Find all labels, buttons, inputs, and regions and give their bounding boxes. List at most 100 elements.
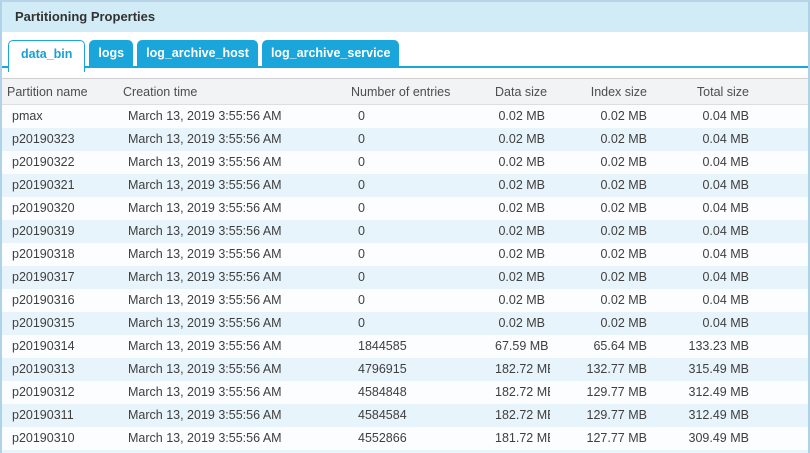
cell-number-of-entries: 4796915 bbox=[346, 358, 494, 381]
cutoff-next-row bbox=[2, 450, 808, 453]
tab-log-archive-host[interactable]: log_archive_host bbox=[137, 40, 258, 67]
cell-partition-name: p20190321 bbox=[2, 174, 118, 197]
cell-index-size: 0.02 MB bbox=[550, 151, 652, 174]
cell-index-size: 0.02 MB bbox=[550, 243, 652, 266]
tab-logs[interactable]: logs bbox=[89, 40, 133, 67]
cell-creation-time: March 13, 2019 3:55:56 AM bbox=[118, 151, 346, 174]
cell-data-size: 0.02 MB bbox=[494, 151, 550, 174]
cell-total-size: 0.04 MB bbox=[652, 312, 754, 335]
cell-index-size: 0.02 MB bbox=[550, 289, 652, 312]
cell-data-size: 181.72 MB bbox=[494, 427, 550, 450]
cell-number-of-entries: 4552866 bbox=[346, 427, 494, 450]
cell-number-of-entries: 0 bbox=[346, 128, 494, 151]
cell-total-size: 0.04 MB bbox=[652, 174, 754, 197]
cell-creation-time: March 13, 2019 3:55:56 AM bbox=[118, 266, 346, 289]
cell-data-size: 0.02 MB bbox=[494, 266, 550, 289]
cell-creation-time: March 13, 2019 3:55:56 AM bbox=[118, 381, 346, 404]
cell-index-size: 0.02 MB bbox=[550, 128, 652, 151]
cell-total-size: 312.49 MB bbox=[652, 404, 754, 427]
col-header-partition-name: Partition name bbox=[2, 79, 118, 105]
cell-spacer bbox=[754, 151, 808, 174]
table-row: p20190311March 13, 2019 3:55:56 AM458458… bbox=[2, 404, 808, 427]
cell-partition-name: p20190312 bbox=[2, 381, 118, 404]
cell-data-size: 0.02 MB bbox=[494, 243, 550, 266]
cell-number-of-entries: 0 bbox=[346, 105, 494, 128]
cell-index-size: 132.77 MB bbox=[550, 358, 652, 381]
table-row: p20190318March 13, 2019 3:55:56 AM00.02 … bbox=[2, 243, 808, 266]
cell-creation-time: March 13, 2019 3:55:56 AM bbox=[118, 335, 346, 358]
cell-creation-time: March 13, 2019 3:55:56 AM bbox=[118, 105, 346, 128]
cell-total-size: 133.23 MB bbox=[652, 335, 754, 358]
cell-number-of-entries: 0 bbox=[346, 151, 494, 174]
cell-spacer bbox=[754, 381, 808, 404]
cell-spacer bbox=[754, 128, 808, 151]
col-header-data-size: Data size bbox=[494, 79, 550, 105]
cell-data-size: 0.02 MB bbox=[494, 105, 550, 128]
cell-index-size: 0.02 MB bbox=[550, 266, 652, 289]
table-row: p20190314March 13, 2019 3:55:56 AM184458… bbox=[2, 335, 808, 358]
table-row: p20190319March 13, 2019 3:55:56 AM00.02 … bbox=[2, 220, 808, 243]
tab-list: data_bin logs log_archive_host log_archi… bbox=[8, 40, 399, 72]
cell-partition-name: p20190322 bbox=[2, 151, 118, 174]
cell-spacer bbox=[754, 404, 808, 427]
table-row: p20190316March 13, 2019 3:55:56 AM00.02 … bbox=[2, 289, 808, 312]
cell-number-of-entries: 4584848 bbox=[346, 381, 494, 404]
cell-index-size: 0.02 MB bbox=[550, 197, 652, 220]
cell-partition-name: p20190316 bbox=[2, 289, 118, 312]
table-row: p20190313March 13, 2019 3:55:56 AM479691… bbox=[2, 358, 808, 381]
cell-index-size: 0.02 MB bbox=[550, 312, 652, 335]
cell-number-of-entries: 0 bbox=[346, 243, 494, 266]
partition-table-body: pmaxMarch 13, 2019 3:55:56 AM00.02 MB0.0… bbox=[2, 105, 808, 450]
cell-total-size: 312.49 MB bbox=[652, 381, 754, 404]
cell-partition-name: p20190317 bbox=[2, 266, 118, 289]
cell-data-size: 182.72 MB bbox=[494, 381, 550, 404]
table-row: p20190323March 13, 2019 3:55:56 AM0 0.02 … bbox=[2, 128, 808, 151]
cell-total-size: 0.04 MB bbox=[652, 197, 754, 220]
col-header-index-size: Index size bbox=[550, 79, 652, 105]
cell-partition-name: pmax bbox=[2, 105, 118, 128]
cell-index-size: 129.77 MB bbox=[550, 381, 652, 404]
cell-creation-time: March 13, 2019 3:55:56 AM bbox=[118, 289, 346, 312]
cell-creation-time: March 13, 2019 3:55:56 AM bbox=[118, 128, 346, 151]
cell-number-of-entries: 1844585 bbox=[346, 335, 494, 358]
cell-data-size: 182.72 MB bbox=[494, 358, 550, 381]
cell-data-size: 0.02 MB bbox=[494, 220, 550, 243]
partition-table: Partition name Creation time Number of e… bbox=[2, 78, 808, 450]
cell-partition-name: p20190318 bbox=[2, 243, 118, 266]
cell-partition-name: p20190323 bbox=[2, 128, 118, 151]
cell-data-size: 0.02 MB bbox=[494, 289, 550, 312]
cell-partition-name: p20190320 bbox=[2, 197, 118, 220]
cell-spacer bbox=[754, 427, 808, 450]
cell-spacer bbox=[754, 266, 808, 289]
cell-creation-time: March 13, 2019 3:55:56 AM bbox=[118, 427, 346, 450]
cell-spacer bbox=[754, 335, 808, 358]
cell-spacer bbox=[754, 289, 808, 312]
cell-total-size: 0.04 MB bbox=[652, 243, 754, 266]
cell-number-of-entries: 0 bbox=[346, 312, 494, 335]
cell-creation-time: March 13, 2019 3:55:56 AM bbox=[118, 243, 346, 266]
cell-total-size: 0.04 MB bbox=[652, 151, 754, 174]
table-row: p20190310March 13, 2019 3:55:56 AM455286… bbox=[2, 427, 808, 450]
cell-total-size: 0.04 MB bbox=[652, 105, 754, 128]
cell-partition-name: p20190315 bbox=[2, 312, 118, 335]
cell-number-of-entries: 0 bbox=[346, 220, 494, 243]
col-header-spacer bbox=[754, 79, 808, 105]
tab-data-bin[interactable]: data_bin bbox=[8, 40, 85, 72]
table-row: p20190317March 13, 2019 3:55:56 AM00.02 … bbox=[2, 266, 808, 289]
cell-creation-time: March 13, 2019 3:55:56 AM bbox=[118, 174, 346, 197]
tab-log-archive-service[interactable]: log_archive_service bbox=[262, 40, 400, 67]
cell-partition-name: p20190319 bbox=[2, 220, 118, 243]
cell-index-size: 0.02 MB bbox=[550, 174, 652, 197]
cell-total-size: 309.49 MB bbox=[652, 427, 754, 450]
table-row: p20190321March 13, 2019 3:55:56 AM00.02 … bbox=[2, 174, 808, 197]
cell-number-of-entries: 0 bbox=[346, 289, 494, 312]
table-row: p20190320March 13, 2019 3:55:56 AM00.02 … bbox=[2, 197, 808, 220]
cell-creation-time: March 13, 2019 3:55:56 AM bbox=[118, 312, 346, 335]
cell-data-size: 67.59 MB bbox=[494, 335, 550, 358]
table-row: pmaxMarch 13, 2019 3:55:56 AM00.02 MB 0.0… bbox=[2, 105, 808, 128]
col-header-total-size: Total size bbox=[652, 79, 754, 105]
cell-partition-name: p20190314 bbox=[2, 335, 118, 358]
cell-creation-time: March 13, 2019 3:55:56 AM bbox=[118, 197, 346, 220]
cell-partition-name: p20190310 bbox=[2, 427, 118, 450]
cell-data-size: 0.02 MB bbox=[494, 312, 550, 335]
